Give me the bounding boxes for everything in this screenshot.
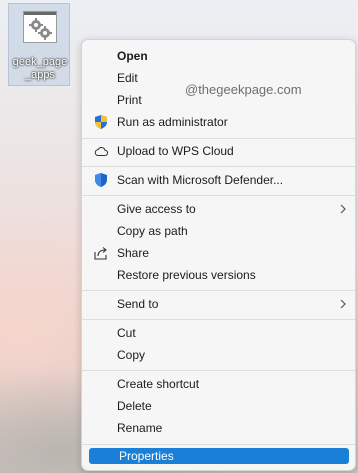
menu-item-copy-as-path[interactable]: Copy as path [87, 220, 350, 242]
menu-item-open[interactable]: Open [87, 45, 350, 67]
defender-shield-icon [93, 172, 109, 188]
menu-item-label: Run as administrator [117, 115, 228, 129]
menu-item-send-to[interactable]: Send to [87, 293, 350, 315]
chevron-right-icon [338, 296, 348, 312]
menu-item-label: Cut [117, 326, 136, 340]
uac-shield-icon [93, 114, 109, 130]
menu-separator [82, 138, 355, 139]
menu-item-label: Print [117, 93, 142, 107]
menu-item-label: Share [117, 246, 150, 260]
menu-separator [82, 370, 355, 371]
desktop-icon-label: geek_page_apps [12, 56, 68, 81]
menu-item-share[interactable]: Share [87, 242, 350, 264]
share-icon [93, 245, 109, 261]
menu-item-label: Properties [119, 449, 174, 463]
cloud-icon [93, 143, 109, 159]
menu-item-upload-wps-cloud[interactable]: Upload to WPS Cloud [87, 140, 350, 162]
menu-item-give-access-to[interactable]: Give access to [87, 198, 350, 220]
menu-separator [82, 195, 355, 196]
menu-separator [82, 290, 355, 291]
menu-separator [82, 166, 355, 167]
menu-separator [82, 444, 355, 445]
menu-item-label: Copy [117, 348, 146, 362]
menu-item-label: Rename [117, 421, 163, 435]
watermark-text: @thegeekpage.com [185, 82, 302, 97]
menu-item-label: Give access to [117, 202, 196, 216]
menu-item-create-shortcut[interactable]: Create shortcut [87, 373, 350, 395]
gears-icon [29, 18, 52, 40]
file-thumbnail [23, 11, 57, 43]
desktop-file-icon[interactable]: geek_page_apps [8, 3, 70, 86]
menu-item-restore-previous-versions[interactable]: Restore previous versions [87, 264, 350, 286]
menu-item-properties[interactable]: Properties [89, 448, 349, 464]
menu-item-label: Copy as path [117, 224, 188, 238]
menu-item-label: Send to [117, 297, 159, 311]
menu-item-label: Create shortcut [117, 377, 200, 391]
menu-separator [82, 319, 355, 320]
menu-item-copy[interactable]: Copy [87, 344, 350, 366]
menu-item-scan-defender[interactable]: Scan with Microsoft Defender... [87, 169, 350, 191]
menu-item-run-as-administrator[interactable]: Run as administrator [87, 111, 350, 133]
menu-item-label: Delete [117, 399, 152, 413]
menu-item-cut[interactable]: Cut [87, 322, 350, 344]
menu-item-label: Restore previous versions [117, 268, 256, 282]
menu-item-label: Open [117, 49, 148, 63]
menu-item-label: Upload to WPS Cloud [117, 144, 234, 158]
menu-item-label: Scan with Microsoft Defender... [117, 173, 284, 187]
chevron-right-icon [338, 201, 348, 217]
menu-item-delete[interactable]: Delete [87, 395, 350, 417]
menu-item-label: Edit [117, 71, 138, 85]
context-menu: Open Edit Print Run as administrator Upl… [81, 39, 356, 471]
menu-item-rename[interactable]: Rename [87, 417, 350, 439]
